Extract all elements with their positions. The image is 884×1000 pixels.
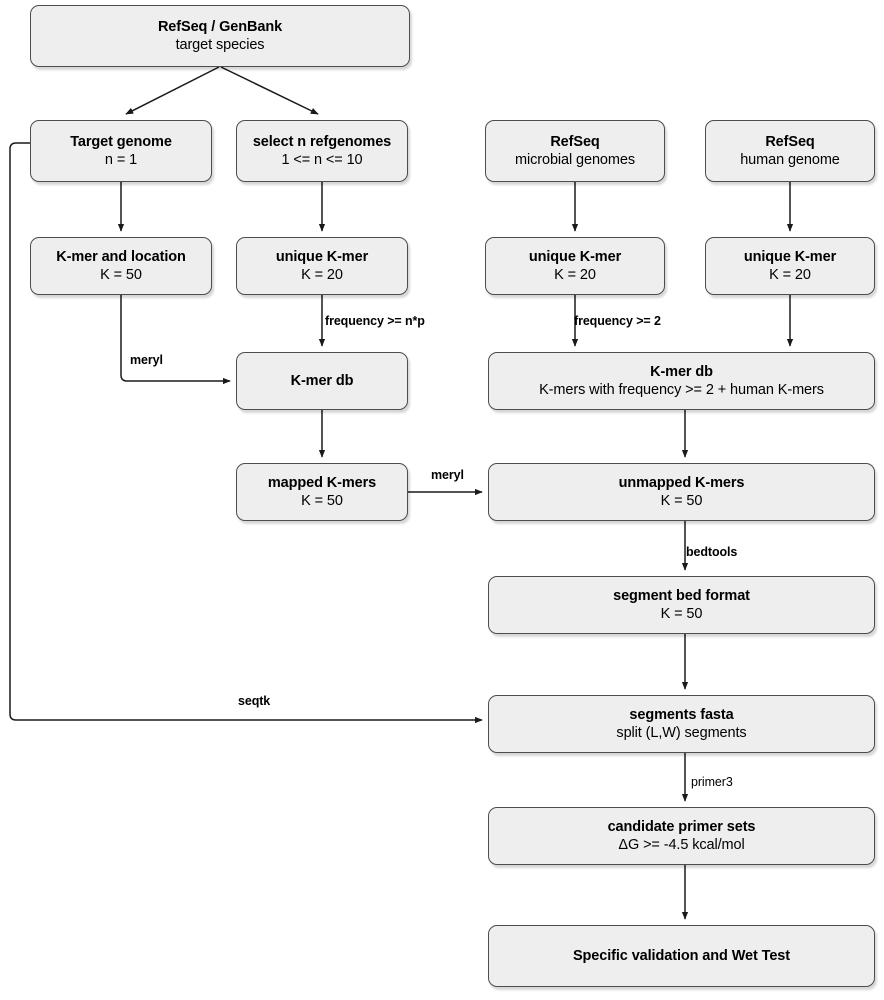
node-subtitle: K = 20	[769, 267, 811, 283]
node-kmer-and-location[interactable]: K-mer and location K = 50	[30, 237, 212, 295]
node-subtitle: K = 20	[554, 267, 596, 283]
node-specific-validation-wet-test[interactable]: Specific validation and Wet Test	[488, 925, 875, 987]
node-subtitle: ΔG >= -4.5 kcal/mol	[618, 837, 745, 853]
node-title: unmapped K-mers	[618, 474, 745, 491]
node-subtitle: K-mers with frequency >= 2 + human K-mer…	[539, 382, 824, 398]
node-subtitle: human genome	[740, 152, 840, 168]
node-subtitle: K = 50	[660, 606, 703, 622]
node-target-genome[interactable]: Target genome n = 1	[30, 120, 212, 182]
edge-kmer-location-to-kmer-db-left	[120, 295, 231, 385]
node-subtitle: K = 50	[301, 493, 343, 509]
node-unique-kmer-human[interactable]: unique K-mer K = 20	[705, 237, 875, 295]
node-kmer-db-right[interactable]: K-mer db K-mers with frequency >= 2 + hu…	[488, 352, 875, 410]
node-title: unique K-mer	[528, 248, 622, 265]
node-subtitle: microbial genomes	[515, 152, 635, 168]
edge-refseq-to-select-refgenomes	[220, 66, 319, 115]
edge-label-frequency-2: frequency >= 2	[574, 314, 661, 328]
node-title: Target genome	[70, 133, 172, 150]
node-title: K-mer db	[650, 363, 713, 380]
edge-label-seqtk: seqtk	[238, 694, 271, 708]
node-refseq-microbial[interactable]: RefSeq microbial genomes	[485, 120, 665, 182]
node-unmapped-kmers[interactable]: unmapped K-mers K = 50	[488, 463, 875, 521]
node-refseq-genbank[interactable]: RefSeq / GenBank target species	[30, 5, 410, 67]
node-title: RefSeq / GenBank	[157, 18, 283, 35]
node-title: segments fasta	[629, 706, 734, 723]
node-title: select n refgenomes	[252, 133, 392, 150]
node-title: K-mer and location	[56, 248, 186, 265]
edge-target-genome-to-segments-fasta	[9, 142, 483, 724]
node-subtitle: target species	[175, 37, 265, 53]
node-subtitle: K = 20	[301, 267, 343, 283]
node-title: segment bed format	[613, 587, 750, 604]
edge-label-primer3: primer3	[691, 775, 733, 789]
edge-label-meryl-left: meryl	[130, 353, 163, 367]
node-title: RefSeq	[765, 133, 815, 150]
node-candidate-primer-sets[interactable]: candidate primer sets ΔG >= -4.5 kcal/mo…	[488, 807, 875, 865]
node-title: unique K-mer	[275, 248, 369, 265]
edge-label-meryl-middle: meryl	[431, 468, 464, 482]
node-title: mapped K-mers	[267, 474, 377, 491]
node-kmer-db-left[interactable]: K-mer db	[236, 352, 408, 410]
node-subtitle: K = 50	[660, 493, 703, 509]
flowchart-canvas: RefSeq / GenBank target species Target g…	[0, 0, 884, 1000]
node-subtitle: split (L,W) segments	[616, 725, 747, 741]
node-mapped-kmers[interactable]: mapped K-mers K = 50	[236, 463, 408, 521]
node-subtitle: 1 <= n <= 10	[281, 152, 363, 168]
node-subtitle: K = 50	[100, 267, 142, 283]
node-unique-kmer-microbial[interactable]: unique K-mer K = 20	[485, 237, 665, 295]
edge-label-bedtools: bedtools	[686, 545, 738, 559]
node-title: unique K-mer	[743, 248, 837, 265]
node-title: RefSeq	[550, 133, 600, 150]
node-subtitle: n = 1	[104, 152, 138, 168]
node-select-refgenomes[interactable]: select n refgenomes 1 <= n <= 10	[236, 120, 408, 182]
node-segment-bed-format[interactable]: segment bed format K = 50	[488, 576, 875, 634]
edge-label-frequency-np: frequency >= n*p	[325, 314, 425, 328]
node-segments-fasta[interactable]: segments fasta split (L,W) segments	[488, 695, 875, 753]
edge-refseq-to-target-genome	[125, 66, 220, 115]
node-unique-kmer-refgenomes[interactable]: unique K-mer K = 20	[236, 237, 408, 295]
node-refseq-human[interactable]: RefSeq human genome	[705, 120, 875, 182]
node-title: K-mer db	[290, 372, 354, 389]
node-title: Specific validation and Wet Test	[572, 947, 791, 964]
node-title: candidate primer sets	[607, 818, 756, 835]
